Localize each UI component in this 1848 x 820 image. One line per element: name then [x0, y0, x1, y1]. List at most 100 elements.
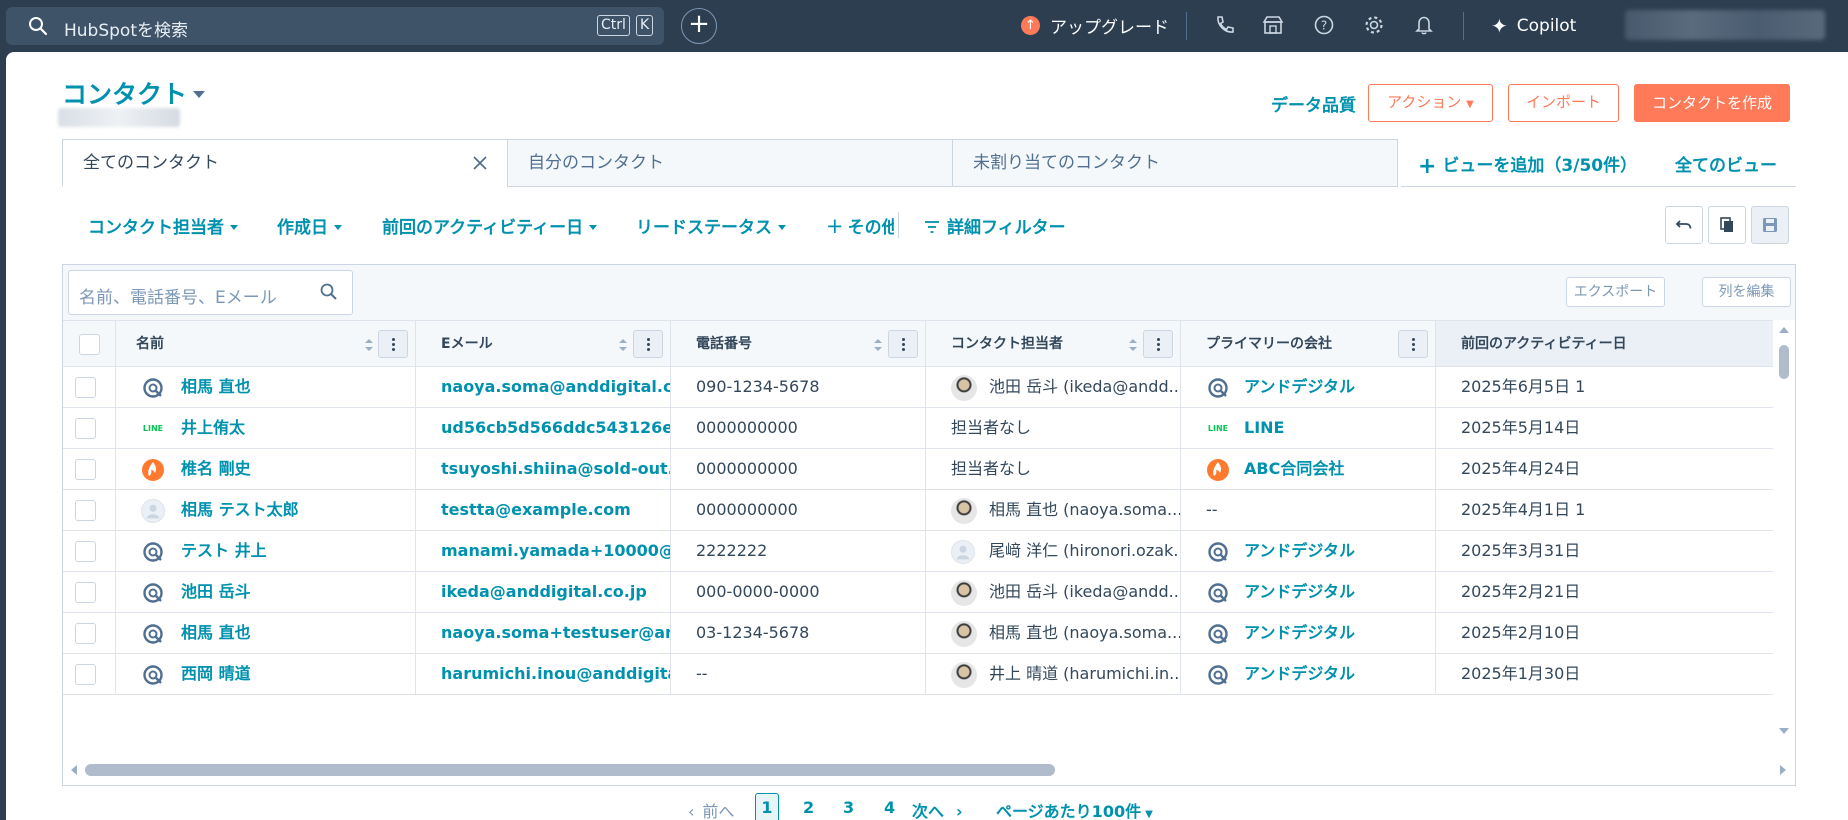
- next-page-button[interactable]: 次へ ›: [912, 798, 963, 820]
- select-all-checkbox[interactable]: [79, 334, 100, 355]
- per-page-select[interactable]: ページあたり100件 ▼: [996, 798, 1153, 820]
- contact-name-link[interactable]: テスト 井上: [181, 531, 267, 571]
- contact-name-link[interactable]: 椎名 剛史: [181, 449, 251, 489]
- page-3-button[interactable]: 3: [843, 798, 854, 817]
- contact-email-link[interactable]: harumichi.inou@anddigital...: [441, 654, 670, 694]
- table-row[interactable]: 相馬 テスト太郎 testta@example.com 0000000000 相馬 直…: [63, 490, 1795, 531]
- column-header-owner[interactable]: コンタクト担当者: [926, 320, 1181, 367]
- filter-create-date[interactable]: 作成日: [277, 213, 342, 238]
- horizontal-scrollbar[interactable]: [63, 755, 1795, 785]
- contact-name-link[interactable]: 相馬 直也: [181, 367, 251, 407]
- sort-icon[interactable]: [618, 337, 628, 353]
- tab-my-contacts[interactable]: 自分のコンタクト: [507, 139, 953, 187]
- column-header-email[interactable]: Eメール: [416, 320, 671, 367]
- add-view-button[interactable]: + ビューを追加（3/50件）: [1418, 151, 1637, 179]
- vertical-scroll-thumb[interactable]: [1779, 345, 1789, 379]
- save-view-button[interactable]: [1751, 206, 1789, 244]
- row-checkbox[interactable]: [75, 500, 96, 521]
- copy-view-button[interactable]: [1708, 206, 1746, 244]
- page-2-button[interactable]: 2: [803, 798, 814, 817]
- table-search-input[interactable]: 名前、電話番号、Eメール: [68, 270, 353, 315]
- tab-unassigned-contacts[interactable]: 未割り当てのコンタクト: [952, 139, 1398, 187]
- column-header-last-activity[interactable]: 前回のアクティビティー日: [1436, 320, 1776, 367]
- column-menu-button[interactable]: [1143, 330, 1173, 358]
- table-row[interactable]: テスト 井上 manami.yamada+10000@... 2222222 尾﨑 洋…: [63, 531, 1795, 572]
- create-new-button[interactable]: +: [681, 8, 717, 44]
- contact-email-link[interactable]: tsuyoshi.shiina@sold-out.c...: [441, 449, 670, 489]
- primary-company-link[interactable]: アンドデジタル: [1244, 531, 1355, 571]
- sort-icon[interactable]: [1128, 337, 1138, 353]
- primary-company-link[interactable]: アンドデジタル: [1244, 572, 1355, 612]
- column-menu-button[interactable]: [1398, 330, 1428, 358]
- undo-button[interactable]: [1665, 206, 1703, 244]
- table-row[interactable]: 相馬 直也 naoya.soma+testuser@and... 03-1234-5…: [63, 613, 1795, 654]
- row-checkbox[interactable]: [75, 418, 96, 439]
- table-row[interactable]: LINE 井上侑太 ud56cb5d566ddc543126e8... 0000000…: [63, 408, 1795, 449]
- table-row[interactable]: 池田 岳斗 ikeda@anddigital.co.jp 000-0000-0000…: [63, 572, 1795, 613]
- filter-lead-status[interactable]: リードステータス: [636, 213, 786, 238]
- filter-contact-owner[interactable]: コンタクト担当者: [88, 213, 238, 238]
- page-1-button[interactable]: 1: [755, 793, 779, 820]
- row-checkbox[interactable]: [75, 377, 96, 398]
- horizontal-scroll-thumb[interactable]: [85, 764, 1055, 776]
- scroll-up-icon[interactable]: [1773, 324, 1795, 336]
- primary-company-link[interactable]: アンドデジタル: [1244, 654, 1355, 694]
- contact-email-link[interactable]: manami.yamada+10000@...: [441, 531, 670, 571]
- prev-page-button[interactable]: ‹ 前へ: [688, 798, 734, 820]
- column-header-phone[interactable]: 電話番号: [671, 320, 926, 367]
- contact-email-link[interactable]: ikeda@anddigital.co.jp: [441, 572, 647, 612]
- advanced-filter-button[interactable]: 詳細フィルター: [924, 213, 1066, 238]
- filter-last-activity-date[interactable]: 前回のアクティビティー日: [382, 213, 598, 238]
- marketplace-icon[interactable]: [1262, 14, 1284, 36]
- column-menu-button[interactable]: [633, 330, 663, 358]
- all-views-link[interactable]: 全てのビュー: [1675, 151, 1777, 176]
- copilot-button[interactable]: ✦ Copilot: [1491, 14, 1576, 38]
- contact-email-link[interactable]: ud56cb5d566ddc543126e8...: [441, 408, 670, 448]
- bell-icon[interactable]: [1413, 14, 1435, 36]
- actions-button[interactable]: アクション ▼: [1368, 84, 1493, 122]
- sort-icon[interactable]: [364, 337, 374, 353]
- row-checkbox[interactable]: [75, 541, 96, 562]
- contact-name-link[interactable]: 相馬 テスト太郎: [181, 490, 299, 530]
- phone-icon[interactable]: [1213, 14, 1235, 36]
- column-header-primary-company[interactable]: プライマリーの会社: [1181, 320, 1436, 367]
- column-menu-button[interactable]: [378, 330, 408, 358]
- column-menu-button[interactable]: [888, 330, 918, 358]
- page-title[interactable]: コンタクト: [62, 75, 206, 111]
- page-4-button[interactable]: 4: [884, 798, 895, 817]
- table-row[interactable]: 西岡 晴道 harumichi.inou@anddigital... -- 井上 晴道…: [63, 654, 1795, 695]
- primary-company-link[interactable]: ABC合同会社: [1244, 449, 1344, 489]
- contact-email-link[interactable]: testta@example.com: [441, 490, 631, 530]
- primary-company-link[interactable]: LINE: [1244, 408, 1284, 448]
- primary-company-link[interactable]: アンドデジタル: [1244, 367, 1355, 407]
- row-checkbox[interactable]: [75, 623, 96, 644]
- global-search[interactable]: HubSpotを検索 Ctrl K: [6, 7, 664, 45]
- sort-icon[interactable]: [873, 337, 883, 353]
- filter-more[interactable]: + その他: [826, 213, 894, 238]
- tab-all-contacts[interactable]: 全てのコンタクト: [62, 139, 508, 187]
- account-menu[interactable]: [1625, 10, 1825, 40]
- contact-name-link[interactable]: 池田 岳斗: [181, 572, 251, 612]
- import-button[interactable]: インポート: [1508, 84, 1619, 122]
- column-header-name[interactable]: 名前: [116, 320, 416, 367]
- table-row[interactable]: 椎名 剛史 tsuyoshi.shiina@sold-out.c... 000000…: [63, 449, 1795, 490]
- row-checkbox[interactable]: [75, 582, 96, 603]
- scroll-left-icon[interactable]: [68, 762, 80, 778]
- row-checkbox[interactable]: [75, 664, 96, 685]
- contact-email-link[interactable]: naoya.soma@anddigital.co...: [441, 367, 670, 407]
- data-quality-link[interactable]: データ品質: [1271, 91, 1356, 116]
- contact-name-link[interactable]: 相馬 直也: [181, 613, 251, 653]
- export-button[interactable]: エクスポート: [1566, 277, 1665, 307]
- create-contact-button[interactable]: コンタクトを作成: [1634, 84, 1790, 122]
- edit-columns-button[interactable]: 列を編集: [1702, 277, 1791, 307]
- close-icon[interactable]: [471, 154, 489, 172]
- vertical-scrollbar[interactable]: [1773, 320, 1795, 740]
- help-icon[interactable]: ?: [1313, 14, 1335, 36]
- contact-name-link[interactable]: 井上侑太: [181, 408, 245, 448]
- gear-icon[interactable]: [1363, 14, 1385, 36]
- primary-company-link[interactable]: アンドデジタル: [1244, 613, 1355, 653]
- scroll-down-icon[interactable]: [1773, 725, 1795, 737]
- contact-name-link[interactable]: 西岡 晴道: [181, 654, 251, 694]
- row-checkbox[interactable]: [75, 459, 96, 480]
- contact-email-link[interactable]: naoya.soma+testuser@and...: [441, 613, 670, 653]
